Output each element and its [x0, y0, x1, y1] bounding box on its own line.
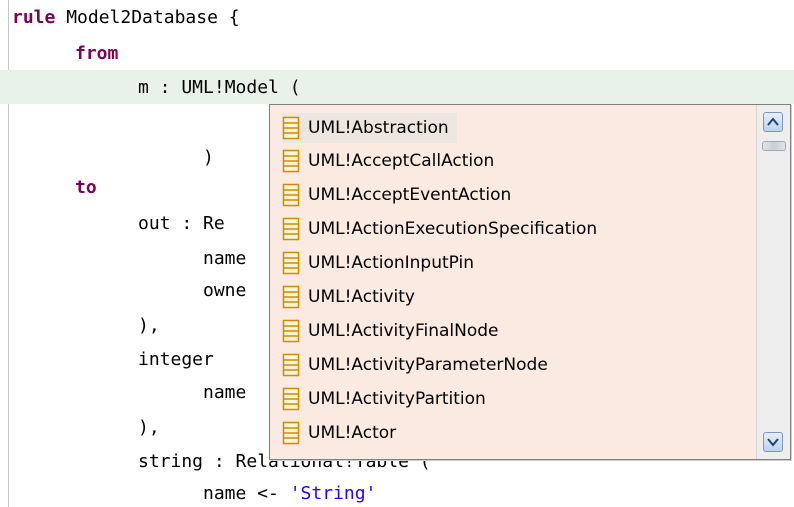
assist-item-label: UML!ActionInputPin: [308, 253, 475, 273]
assist-item-label: UML!Abstraction: [308, 118, 449, 138]
code-text: out : Re: [138, 213, 225, 234]
assist-item[interactable]: UML!ActivityPartition: [282, 384, 486, 414]
code-text: Model2Database {: [55, 7, 240, 28]
code-line-9[interactable]: owne: [203, 275, 246, 307]
table-icon: [282, 251, 300, 275]
code-text: name <-: [203, 483, 290, 504]
code-line-12[interactable]: name: [203, 377, 246, 409]
code-line-3[interactable]: m : UML!Model (: [138, 72, 301, 104]
keyword-from: from: [75, 43, 119, 64]
table-icon: [282, 353, 300, 377]
string-literal: 'String': [289, 483, 377, 504]
code-text: ),: [138, 315, 160, 336]
code-text: integer: [138, 349, 214, 370]
scroll-down-button[interactable]: [763, 432, 783, 452]
chevron-down-icon: [767, 438, 779, 447]
code-line-7[interactable]: out : Re: [138, 208, 225, 240]
assist-item[interactable]: UML!Activity: [282, 282, 415, 312]
code-line-1[interactable]: rule Model2Database {: [12, 2, 240, 34]
assist-item[interactable]: UML!ActivityFinalNode: [282, 316, 499, 346]
code-line-8[interactable]: name: [203, 243, 246, 275]
assist-item-label: UML!AcceptCallAction: [308, 151, 495, 171]
assist-item-label: UML!Activity: [308, 287, 415, 307]
code-line-13[interactable]: ),: [138, 412, 160, 444]
table-icon: [282, 285, 300, 309]
code-line-11[interactable]: integer: [138, 344, 214, 376]
code-line-10[interactable]: ),: [138, 310, 160, 342]
table-icon: [282, 217, 300, 241]
assist-item[interactable]: UML!Abstraction: [282, 113, 457, 143]
code-text: owne: [203, 280, 247, 301]
scroll-thumb[interactable]: [762, 141, 786, 151]
assist-item[interactable]: UML!Actor: [282, 418, 396, 448]
table-icon: [282, 421, 300, 445]
code-editor[interactable]: rule Model2Database { from m : UML!Model…: [0, 0, 794, 507]
content-assist-popup[interactable]: UML!Abstraction UML!AcceptCallAction UML…: [269, 104, 791, 460]
keyword-rule: rule: [12, 7, 56, 28]
assist-item-label: UML!ActionExecutionSpecification: [308, 219, 598, 239]
code-line-2[interactable]: from: [75, 38, 118, 70]
code-line-5[interactable]: ): [203, 142, 214, 174]
current-line-highlight: [0, 70, 794, 104]
chevron-up-icon: [767, 117, 779, 126]
assist-item[interactable]: UML!ActionInputPin: [282, 248, 474, 278]
assist-item[interactable]: UML!AcceptCallAction: [282, 146, 494, 176]
code-text: ),: [138, 417, 160, 438]
assist-item-label: UML!AcceptEventAction: [308, 185, 512, 205]
table-icon: [282, 319, 300, 343]
assist-item-label: UML!Actor: [308, 423, 397, 443]
table-icon: [282, 387, 300, 411]
table-icon: [282, 149, 300, 173]
table-icon: [282, 116, 300, 140]
code-text: ): [203, 147, 214, 168]
assist-item[interactable]: UML!AcceptEventAction: [282, 180, 511, 210]
scroll-up-button[interactable]: [763, 112, 783, 132]
code-line-6[interactable]: to: [75, 172, 97, 204]
table-icon: [282, 183, 300, 207]
assist-item[interactable]: UML!ActionExecutionSpecification: [282, 214, 597, 244]
assist-item-label: UML!ActivityFinalNode: [308, 321, 499, 341]
assist-item[interactable]: UML!ActivityParameterNode: [282, 350, 548, 380]
code-text: name: [203, 382, 247, 403]
code-text: name: [203, 248, 247, 269]
vertical-scrollbar[interactable]: [756, 105, 790, 459]
assist-item-label: UML!ActivityParameterNode: [308, 355, 548, 375]
code-text: m : UML!Model (: [138, 77, 301, 98]
code-line-15[interactable]: name <- 'String': [203, 478, 376, 507]
assist-item-label: UML!ActivityPartition: [308, 389, 486, 409]
keyword-to: to: [75, 177, 97, 198]
